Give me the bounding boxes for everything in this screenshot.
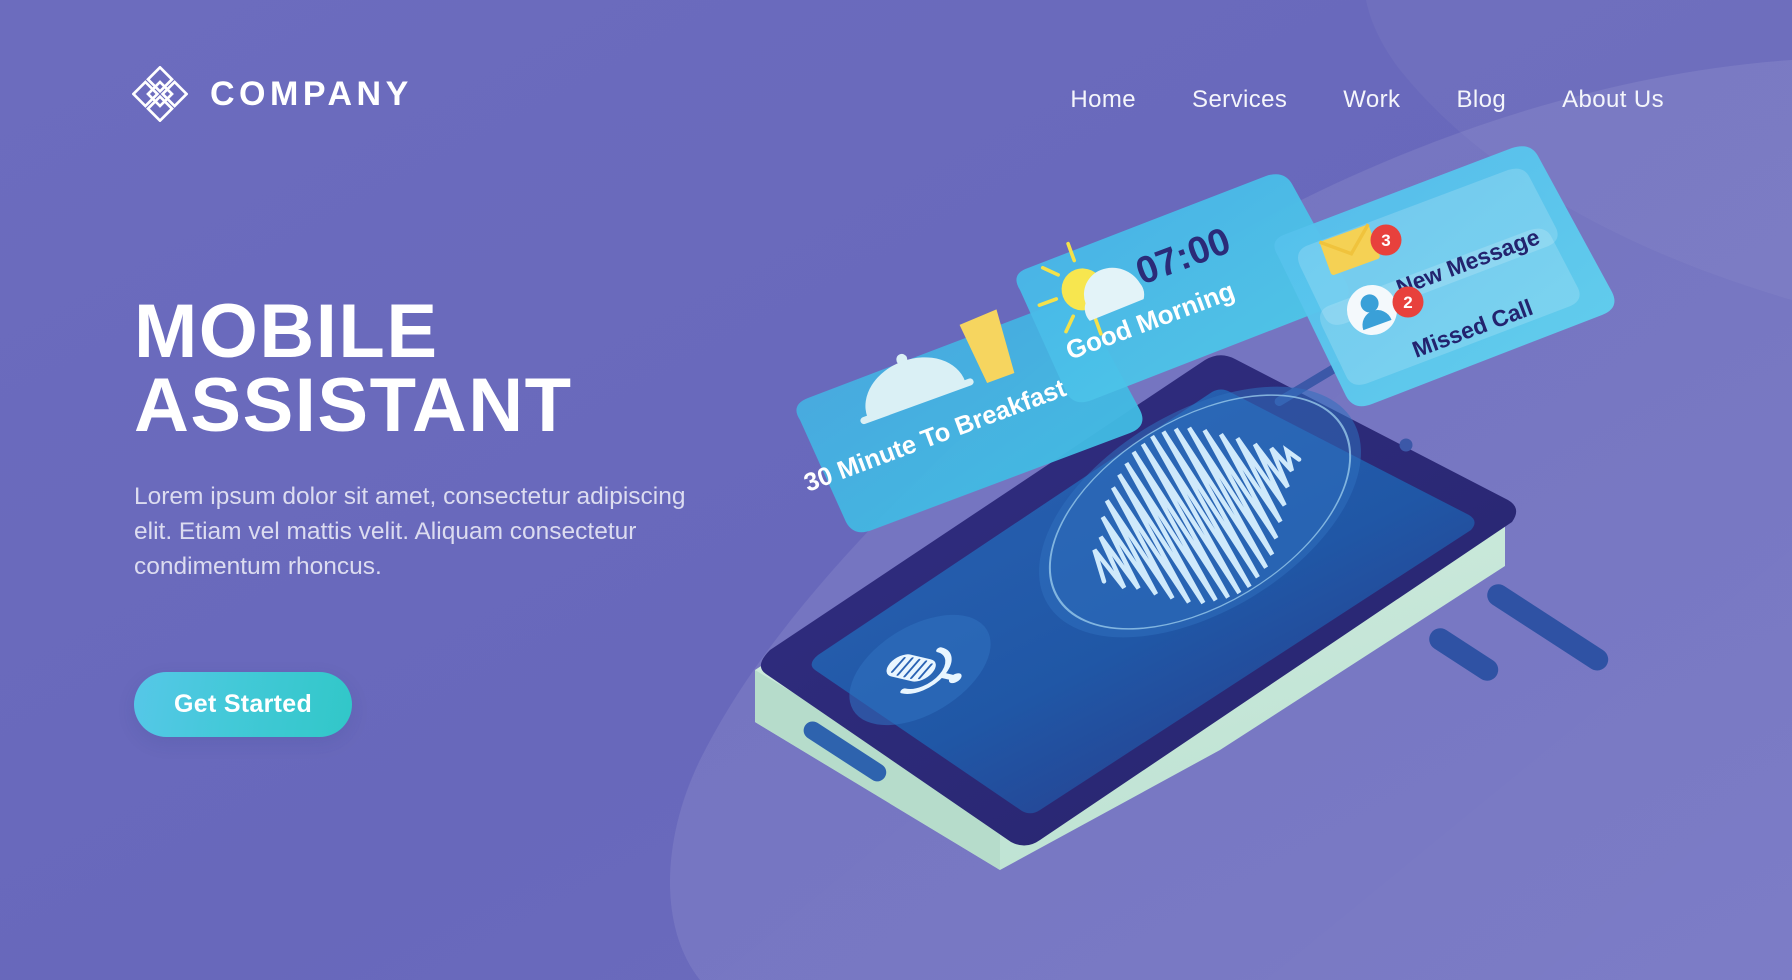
nav-item-home[interactable]: Home xyxy=(1042,80,1164,120)
page-title-line-2: ASSISTANT xyxy=(134,363,573,449)
badge-missed-call-count: 2 xyxy=(1403,293,1412,312)
brand[interactable]: COMPANY xyxy=(132,66,413,122)
brand-name: COMPANY xyxy=(210,75,413,113)
main-navigation: Home Services Work Blog About Us xyxy=(1042,80,1692,120)
illustration-svg: 30 Minute To Breakfast 07:00 Good Mornin… xyxy=(755,146,1615,870)
mobile-assistant-illustration: 30 Minute To Breakfast 07:00 Good Mornin… xyxy=(700,110,1792,910)
page-title: MOBILE ASSISTANT xyxy=(134,289,774,449)
nav-item-work[interactable]: Work xyxy=(1315,80,1428,120)
hero-paragraph: Lorem ipsum dolor sit amet, consectetur … xyxy=(134,482,686,580)
get-started-button[interactable]: Get Started xyxy=(134,672,353,738)
hero-section: MOBILE ASSISTANT Lorem ipsum dolor sit a… xyxy=(134,289,774,738)
page-title-line-1: MOBILE xyxy=(134,289,439,374)
interlocking-diamonds-logo-icon xyxy=(132,66,188,122)
site-header: COMPANY Home Services Work Blog About Us xyxy=(0,0,1792,190)
nav-item-blog[interactable]: Blog xyxy=(1428,80,1534,120)
nav-item-services[interactable]: Services xyxy=(1164,80,1315,120)
badge-new-message-count: 3 xyxy=(1381,231,1390,250)
nav-item-about-us[interactable]: About Us xyxy=(1534,80,1692,120)
